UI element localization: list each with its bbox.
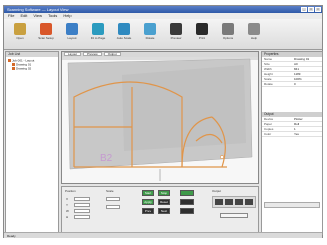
position-section-label: Position — [65, 189, 76, 193]
scanner-icon — [40, 23, 52, 35]
shape-label: B2 — [100, 153, 113, 164]
scale-field-2[interactable] — [106, 205, 120, 209]
w-label: W — [66, 209, 69, 213]
property-row[interactable]: Color Yes — [262, 132, 322, 137]
toolbar-button-preview[interactable]: Preview — [164, 21, 188, 48]
properties-panel: Properties Name Drawing 01 Size A0 Width 84… — [261, 51, 323, 235]
toolbar-button-scan-setup[interactable]: Scan Setup — [34, 21, 58, 48]
help-icon — [248, 23, 260, 35]
w-field[interactable] — [74, 209, 90, 213]
window-controls: _ □ × — [301, 7, 321, 12]
action-button[interactable] — [180, 190, 194, 196]
scale-section-label: Scale — [106, 189, 114, 193]
start-button[interactable]: Start — [142, 190, 154, 196]
x-label: X — [66, 197, 69, 201]
rotate-icon — [144, 23, 156, 35]
scale-icon — [118, 23, 130, 35]
toolbar: Open Scan Setup Layout Fit to Page Auto Scal… — [4, 19, 322, 50]
toolbar-button-rotate[interactable]: Rotate — [138, 21, 162, 48]
apply-button[interactable]: Apply — [142, 199, 154, 205]
layout-canvas-panel: Layout Preview Output B2 — [61, 51, 259, 184]
toolbar-label: Print — [198, 36, 206, 40]
y-label: Y — [66, 203, 69, 207]
output-option[interactable] — [235, 199, 243, 205]
toolbar-button-print[interactable]: Print — [190, 21, 214, 48]
drawing-icon — [12, 62, 15, 66]
toolbar-label: Fit to Page — [90, 36, 106, 40]
action-button[interactable] — [180, 208, 194, 214]
preview-icon — [170, 23, 182, 35]
toolbar-button-open[interactable]: Open — [8, 21, 32, 48]
panel-dropdown[interactable] — [264, 202, 320, 208]
fit-icon — [92, 23, 104, 35]
resize-handle[interactable] — [220, 155, 224, 159]
tab-layout[interactable]: Layout — [64, 52, 82, 56]
output-option[interactable] — [225, 199, 233, 205]
next-button[interactable]: Next — [158, 208, 170, 214]
toolbar-button-fit-to-page[interactable]: Fit to Page — [86, 21, 110, 48]
reset-button[interactable]: Reset — [158, 199, 170, 205]
toolbar-label: Help — [250, 36, 258, 40]
output-option[interactable] — [245, 199, 253, 205]
window-title: Scanning Software — Layout View — [7, 7, 69, 12]
status-bar: Ready — [4, 232, 322, 238]
toolbar-label: Scan Setup — [38, 36, 54, 40]
toolbar-label: Open — [16, 36, 24, 40]
folder-icon — [8, 59, 11, 62]
title-bar: Scanning Software — Layout View — [4, 6, 322, 13]
stop-button[interactable]: Stop — [158, 190, 170, 196]
toolbar-button-options[interactable]: Options — [216, 21, 240, 48]
toolbar-label: Auto Scale — [116, 36, 132, 40]
app-window: Scanning Software — Layout View _ □ × Fi… — [3, 5, 323, 238]
y-field[interactable] — [74, 203, 90, 207]
scale-field[interactable] — [106, 197, 120, 201]
toolbar-button-help[interactable]: Help — [242, 21, 266, 48]
action-button[interactable] — [180, 199, 194, 205]
print-icon — [196, 23, 208, 35]
close-button[interactable]: × — [315, 7, 321, 12]
folder-icon — [14, 23, 26, 35]
toolbar-label: Options — [222, 36, 234, 40]
toolbar-button-auto-scale[interactable]: Auto Scale — [112, 21, 136, 48]
property-row[interactable]: Rotate 0 — [262, 82, 322, 87]
maximize-button[interactable]: □ — [308, 7, 314, 12]
x-field[interactable] — [74, 197, 90, 201]
tab-preview[interactable]: Preview — [83, 52, 102, 56]
drawing-icon — [12, 66, 15, 70]
toolbar-label: Preview — [170, 36, 182, 40]
toolbar-button-layout[interactable]: Layout — [60, 21, 84, 48]
minimize-button[interactable]: _ — [301, 7, 307, 12]
output-option[interactable] — [215, 199, 223, 205]
options-icon — [222, 23, 234, 35]
prev-button[interactable]: Prev — [142, 208, 154, 214]
output-button-group — [212, 196, 256, 208]
job-list-title: Job List — [6, 52, 58, 57]
tree-item[interactable]: Drawing 02 — [8, 66, 58, 71]
toolbar-label: Rotate — [145, 36, 155, 40]
job-tree: Job 001 - Layout Drawing 01 Drawing 02 — [8, 59, 58, 70]
layout-canvas[interactable]: B2 — [62, 57, 258, 183]
job-list-panel: Job List Job 001 - Layout Drawing 01 Dra… — [5, 51, 59, 235]
layout-icon — [66, 23, 78, 35]
tab-output[interactable]: Output — [103, 52, 121, 56]
output-confirm-button[interactable] — [220, 213, 248, 218]
output-section-label: Output — [212, 189, 222, 193]
toolbar-label: Layout — [67, 36, 77, 40]
h-field[interactable] — [74, 215, 90, 219]
h-label: H — [66, 215, 69, 219]
control-panel: Position X Y W H Scale Start Stop Apply … — [61, 186, 259, 235]
